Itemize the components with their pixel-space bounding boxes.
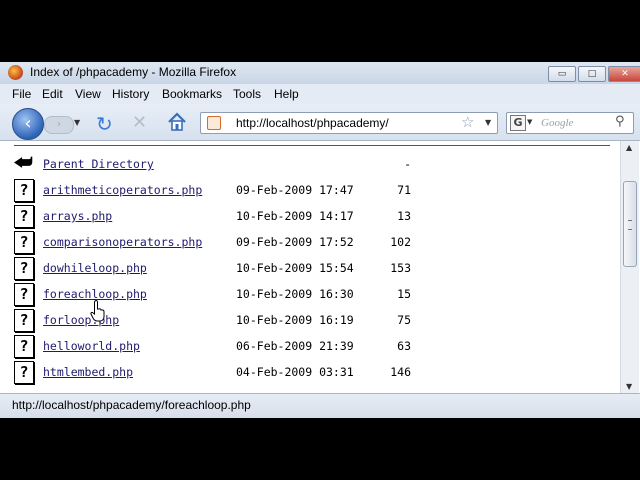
address-dropdown-icon[interactable]: ▼ (485, 118, 491, 127)
unknown-file-icon: ? (14, 283, 34, 306)
file-date: 06-Feb-2009 21:39 (236, 339, 354, 353)
scrollbar-thumb[interactable] (623, 181, 637, 267)
file-date: 09-Feb-2009 17:47 (236, 183, 354, 197)
file-link[interactable]: dowhileloop.php (43, 261, 147, 275)
site-favicon-icon (207, 116, 221, 130)
file-date: 04-Feb-2009 03:31 (236, 365, 354, 379)
parent-directory-link[interactable]: Parent Directory (43, 157, 154, 171)
file-date: 10-Feb-2009 16:19 (236, 313, 354, 327)
menu-bar: File Edit View History Bookmarks Tools H… (0, 84, 640, 104)
unknown-file-icon: ? (14, 231, 34, 254)
search-engine-icon[interactable]: G (510, 115, 526, 131)
table-row: ? arrays.php 10-Feb-2009 14:17 13 (0, 205, 610, 229)
file-link[interactable]: foreachloop.php (43, 287, 147, 301)
navigation-toolbar: ‹ › ▼ ↻ ✕ http://localhost/phpacademy/ ☆… (0, 104, 640, 141)
browser-window: Index of /phpacademy - Mozilla Firefox ▭… (0, 62, 640, 418)
file-date: 10-Feb-2009 14:17 (236, 209, 354, 223)
file-size: 102 (390, 235, 411, 249)
file-size: 146 (390, 365, 411, 379)
window-title: Index of /phpacademy - Mozilla Firefox (30, 65, 237, 79)
menu-help[interactable]: Help (274, 87, 299, 101)
file-link[interactable]: comparisonoperators.php (43, 235, 202, 249)
unknown-file-icon: ? (14, 205, 34, 228)
history-dropdown-icon[interactable]: ▼ (74, 118, 80, 127)
file-link[interactable]: helloworld.php (43, 339, 140, 353)
unknown-file-icon: ? (14, 361, 34, 384)
close-button[interactable]: ✕ (608, 66, 640, 82)
menu-tools[interactable]: Tools (233, 87, 261, 101)
search-input[interactable]: Google (541, 117, 573, 129)
separator-line (14, 145, 610, 146)
search-engine-dropdown-icon[interactable]: ▼ (527, 118, 532, 126)
table-row: ? comparisonoperators.php 09-Feb-2009 17… (0, 231, 610, 255)
file-link[interactable]: arrays.php (43, 209, 112, 223)
address-url[interactable]: http://localhost/phpacademy/ (236, 116, 389, 130)
file-link[interactable]: htmlembed.php (43, 365, 133, 379)
maximize-button[interactable]: □ (578, 66, 606, 82)
unknown-file-icon: ? (14, 335, 34, 358)
file-date: 10-Feb-2009 15:54 (236, 261, 354, 275)
star-icon[interactable]: ☆ (461, 113, 474, 131)
home-icon[interactable] (166, 111, 188, 133)
hand-cursor-icon (90, 300, 105, 322)
scroll-down-icon[interactable]: ▼ (626, 382, 632, 391)
file-link[interactable]: arithmeticoperators.php (43, 183, 202, 197)
table-row: ? htmlembed.php 04-Feb-2009 03:31 146 (0, 361, 610, 385)
parent-directory-row: ⮨ Parent Directory - (0, 150, 610, 177)
menu-file[interactable]: File (12, 87, 31, 101)
back-arrow-icon[interactable]: ‹ (12, 108, 44, 140)
file-size: 63 (397, 339, 411, 353)
scroll-up-icon[interactable]: ▲ (626, 143, 632, 152)
file-size: 13 (397, 209, 411, 223)
parent-directory-icon: ⮨ (14, 150, 33, 174)
page-content: ⮨ Parent Directory - ? arithmeticoperato… (0, 141, 620, 393)
menu-edit[interactable]: Edit (42, 87, 63, 101)
vertical-scrollbar[interactable]: ▲ ▼ (620, 141, 639, 393)
parent-directory-size: - (404, 157, 411, 171)
reload-icon[interactable]: ↻ (96, 112, 113, 136)
title-bar: Index of /phpacademy - Mozilla Firefox ▭… (0, 62, 640, 84)
file-size: 15 (397, 287, 411, 301)
status-bar: http://localhost/phpacademy/foreachloop.… (0, 393, 640, 418)
file-date: 10-Feb-2009 16:30 (236, 287, 354, 301)
address-bar[interactable]: http://localhost/phpacademy/ ☆ ▼ (200, 112, 498, 134)
unknown-file-icon: ? (14, 257, 34, 280)
file-size: 153 (390, 261, 411, 275)
menu-bookmarks[interactable]: Bookmarks (162, 87, 222, 101)
status-text: http://localhost/phpacademy/foreachloop.… (12, 398, 251, 412)
file-size: 75 (397, 313, 411, 327)
forward-arrow-icon[interactable]: › (44, 116, 74, 134)
search-box[interactable]: G ▼ Google ⚲ (506, 112, 634, 134)
table-row: ? helloworld.php 06-Feb-2009 21:39 63 (0, 335, 610, 359)
unknown-file-icon: ? (14, 179, 34, 202)
menu-history[interactable]: History (112, 87, 149, 101)
stop-icon[interactable]: ✕ (132, 112, 147, 133)
firefox-logo-icon (8, 65, 23, 80)
file-link[interactable]: forloop.php (43, 313, 119, 327)
minimize-button[interactable]: ▭ (548, 66, 576, 82)
table-row: ? arithmeticoperators.php 09-Feb-2009 17… (0, 179, 610, 203)
menu-view[interactable]: View (75, 87, 101, 101)
magnifier-icon[interactable]: ⚲ (615, 114, 625, 129)
file-size: 71 (397, 183, 411, 197)
unknown-file-icon: ? (14, 309, 34, 332)
file-date: 09-Feb-2009 17:52 (236, 235, 354, 249)
table-row: ? dowhileloop.php 10-Feb-2009 15:54 153 (0, 257, 610, 281)
